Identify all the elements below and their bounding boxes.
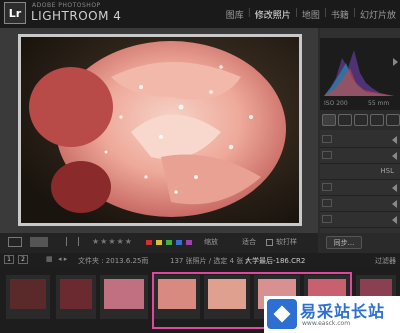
watermark-text: 易采站长站 — [300, 302, 386, 321]
color-label-red[interactable] — [146, 240, 152, 245]
photo-count: 137 张照片 / 选定 4 张 / — [170, 257, 248, 265]
histogram-collapse-icon[interactable] — [393, 58, 398, 66]
panel-expand-icon[interactable] — [392, 200, 397, 208]
filmstrip-thumb[interactable] — [6, 275, 50, 319]
graduated-filter-icon[interactable] — [370, 114, 384, 126]
filmstrip-thumb[interactable] — [100, 275, 148, 319]
module-picker: 图库 | 修改照片 | 地图 | 书籍 | 幻灯片放 — [222, 8, 400, 21]
spot-removal-icon[interactable] — [338, 114, 352, 126]
soft-proof-checkbox[interactable] — [266, 239, 273, 246]
develop-view — [0, 28, 318, 233]
panel-toggle-icon[interactable] — [322, 183, 332, 191]
secondary-display-1[interactable]: 1 — [4, 255, 14, 264]
panel-expand-icon[interactable] — [392, 216, 397, 224]
color-label-blue[interactable] — [176, 240, 182, 245]
develop-toolbar: ★★★★★ 缩放 适合 软打样 — [0, 233, 318, 253]
star-rating[interactable]: ★★★★★ — [92, 237, 133, 246]
module-map[interactable]: 地图 — [298, 8, 324, 21]
panel-tone-curve[interactable] — [320, 148, 400, 164]
module-library[interactable]: 图库 — [222, 8, 248, 21]
panel-toggle-icon[interactable] — [322, 151, 332, 159]
thumb-image — [60, 279, 92, 309]
panel-toggle-icon[interactable] — [322, 199, 332, 207]
rose-photo-image — [21, 37, 299, 223]
develop-tools — [320, 110, 400, 130]
module-develop[interactable]: 修改照片 — [251, 8, 295, 21]
watermark-logo-icon — [267, 299, 297, 329]
grid-view-icon[interactable]: ▦ — [46, 255, 53, 263]
folder-path: 文件夹 : 2013.6.25雨 — [78, 257, 149, 265]
crop-tool-icon[interactable] — [322, 114, 336, 126]
panel-toggle-icon[interactable] — [322, 215, 332, 223]
main-photo[interactable] — [21, 37, 299, 223]
nav-arrows-icon[interactable]: ◂ ▸ — [58, 255, 67, 263]
before-after-icon[interactable] — [30, 237, 48, 247]
flag-icon[interactable] — [66, 237, 73, 246]
brand-subtitle: ADOBE PHOTOSHOP — [32, 2, 101, 9]
module-book[interactable]: 书籍 — [327, 8, 353, 21]
filter-label[interactable]: 过滤器 — [375, 256, 396, 266]
panel-hsl-label: HSL — [380, 167, 394, 175]
histogram: ISO 200 55 mm — [320, 38, 400, 118]
right-panel: ISO 200 55 mm HSL — [320, 28, 400, 252]
secondary-display-2[interactable]: 2 — [18, 255, 28, 264]
thumb-image — [10, 279, 46, 309]
right-panel-footer: 同步... — [320, 233, 400, 253]
color-label-green[interactable] — [166, 240, 172, 245]
histogram-graph — [324, 50, 394, 96]
color-label-yellow[interactable] — [156, 240, 162, 245]
panel-expand-icon[interactable] — [392, 184, 397, 192]
redeye-icon[interactable] — [354, 114, 368, 126]
title-bar: Lr ADOBE PHOTOSHOP LIGHTROOM 4 图库 | 修改照片… — [0, 0, 400, 28]
module-slideshow[interactable]: 幻灯片放 — [356, 8, 400, 21]
zoom-label: 缩放 — [204, 238, 218, 246]
panel-lens-corrections[interactable] — [320, 212, 400, 228]
panel-expand-icon[interactable] — [392, 152, 397, 160]
reject-flag-icon[interactable] — [78, 237, 85, 246]
panel-basic[interactable] — [320, 132, 400, 148]
current-filename[interactable]: 大学最后-186.CR2 — [245, 256, 305, 266]
iso-readout: ISO 200 — [324, 100, 348, 107]
panel-hsl[interactable]: HSL — [320, 164, 400, 180]
photo-frame — [18, 34, 302, 226]
watermark-url: www.easck.com — [302, 320, 351, 327]
fit-label[interactable]: 适合 — [242, 237, 256, 247]
brand-name: LIGHTROOM 4 — [31, 9, 122, 23]
loupe-view-icon[interactable] — [8, 237, 22, 247]
panel-split-toning[interactable] — [320, 180, 400, 196]
panel-expand-icon[interactable] — [392, 136, 397, 144]
site-watermark: 易采站长站 www.easck.com — [264, 296, 400, 333]
sync-button[interactable]: 同步... — [326, 236, 362, 249]
adjustment-brush-icon[interactable] — [386, 114, 400, 126]
filmstrip-bar: 1 2 ▦ ◂ ▸ 文件夹 : 2013.6.25雨 137 张照片 / 选定 … — [0, 253, 400, 267]
focal-readout: 55 mm — [368, 100, 390, 107]
color-label-purple[interactable] — [186, 240, 192, 245]
panel-detail[interactable] — [320, 196, 400, 212]
panel-toggle-icon[interactable] — [322, 135, 332, 143]
filmstrip-thumb[interactable] — [56, 275, 96, 319]
soft-proof-label[interactable]: 软打样 — [276, 237, 297, 247]
lightroom-logo: Lr — [4, 2, 26, 24]
thumb-image — [104, 279, 144, 309]
